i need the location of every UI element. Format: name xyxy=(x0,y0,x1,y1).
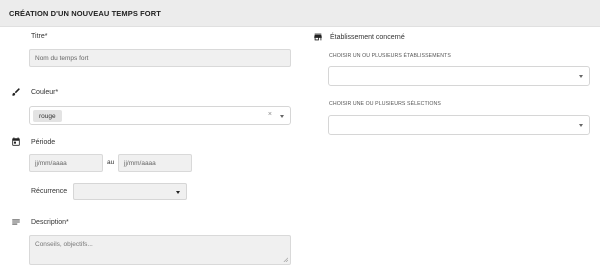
chevron-down-icon[interactable] xyxy=(280,115,284,118)
periode-label: Période xyxy=(31,139,56,146)
date-end-input[interactable]: jj/mm/aaaa xyxy=(118,154,192,172)
description-placeholder: Conseils, objectifs... xyxy=(35,241,93,248)
etablissements-select[interactable] xyxy=(328,66,590,86)
description-label: Description* xyxy=(31,219,69,226)
couleur-label: Couleur* xyxy=(31,89,59,96)
date-start-input[interactable]: jj/mm/aaaa xyxy=(29,154,103,172)
selections-select[interactable] xyxy=(328,115,590,135)
notes-icon xyxy=(11,217,21,227)
etablissement-label: Établissement concerné xyxy=(330,34,405,41)
description-textarea[interactable]: Conseils, objectifs... xyxy=(29,235,291,265)
chevron-down-icon[interactable] xyxy=(579,124,583,127)
calendar-icon xyxy=(11,137,21,147)
recurrence-label: Récurrence xyxy=(31,188,68,195)
brush-icon xyxy=(11,87,21,97)
selections-select-label: CHOISIR UNE OU PLUSIEURS SÉLECTIONS xyxy=(329,101,441,107)
titre-label: Titre* xyxy=(31,33,48,40)
couleur-chip[interactable]: rouge xyxy=(33,110,62,122)
etablissements-select-label: CHOISIR UN OU PLUSIEURS ÉTABLISSEMENTS xyxy=(329,53,451,59)
chevron-down-icon[interactable] xyxy=(579,75,583,78)
couleur-select[interactable]: rouge × xyxy=(29,106,291,125)
store-icon xyxy=(313,32,323,42)
clear-icon[interactable]: × xyxy=(268,111,272,118)
titre-input[interactable]: Nom du temps fort xyxy=(29,49,291,67)
page-title: CRÉATION D'UN NOUVEAU TEMPS FORT xyxy=(9,9,161,18)
recurrence-select[interactable] xyxy=(73,183,187,200)
form-header: CRÉATION D'UN NOUVEAU TEMPS FORT xyxy=(0,0,600,27)
chevron-down-icon[interactable] xyxy=(176,191,180,194)
date-separator: au xyxy=(107,159,115,166)
resize-grip-icon[interactable] xyxy=(283,257,288,262)
